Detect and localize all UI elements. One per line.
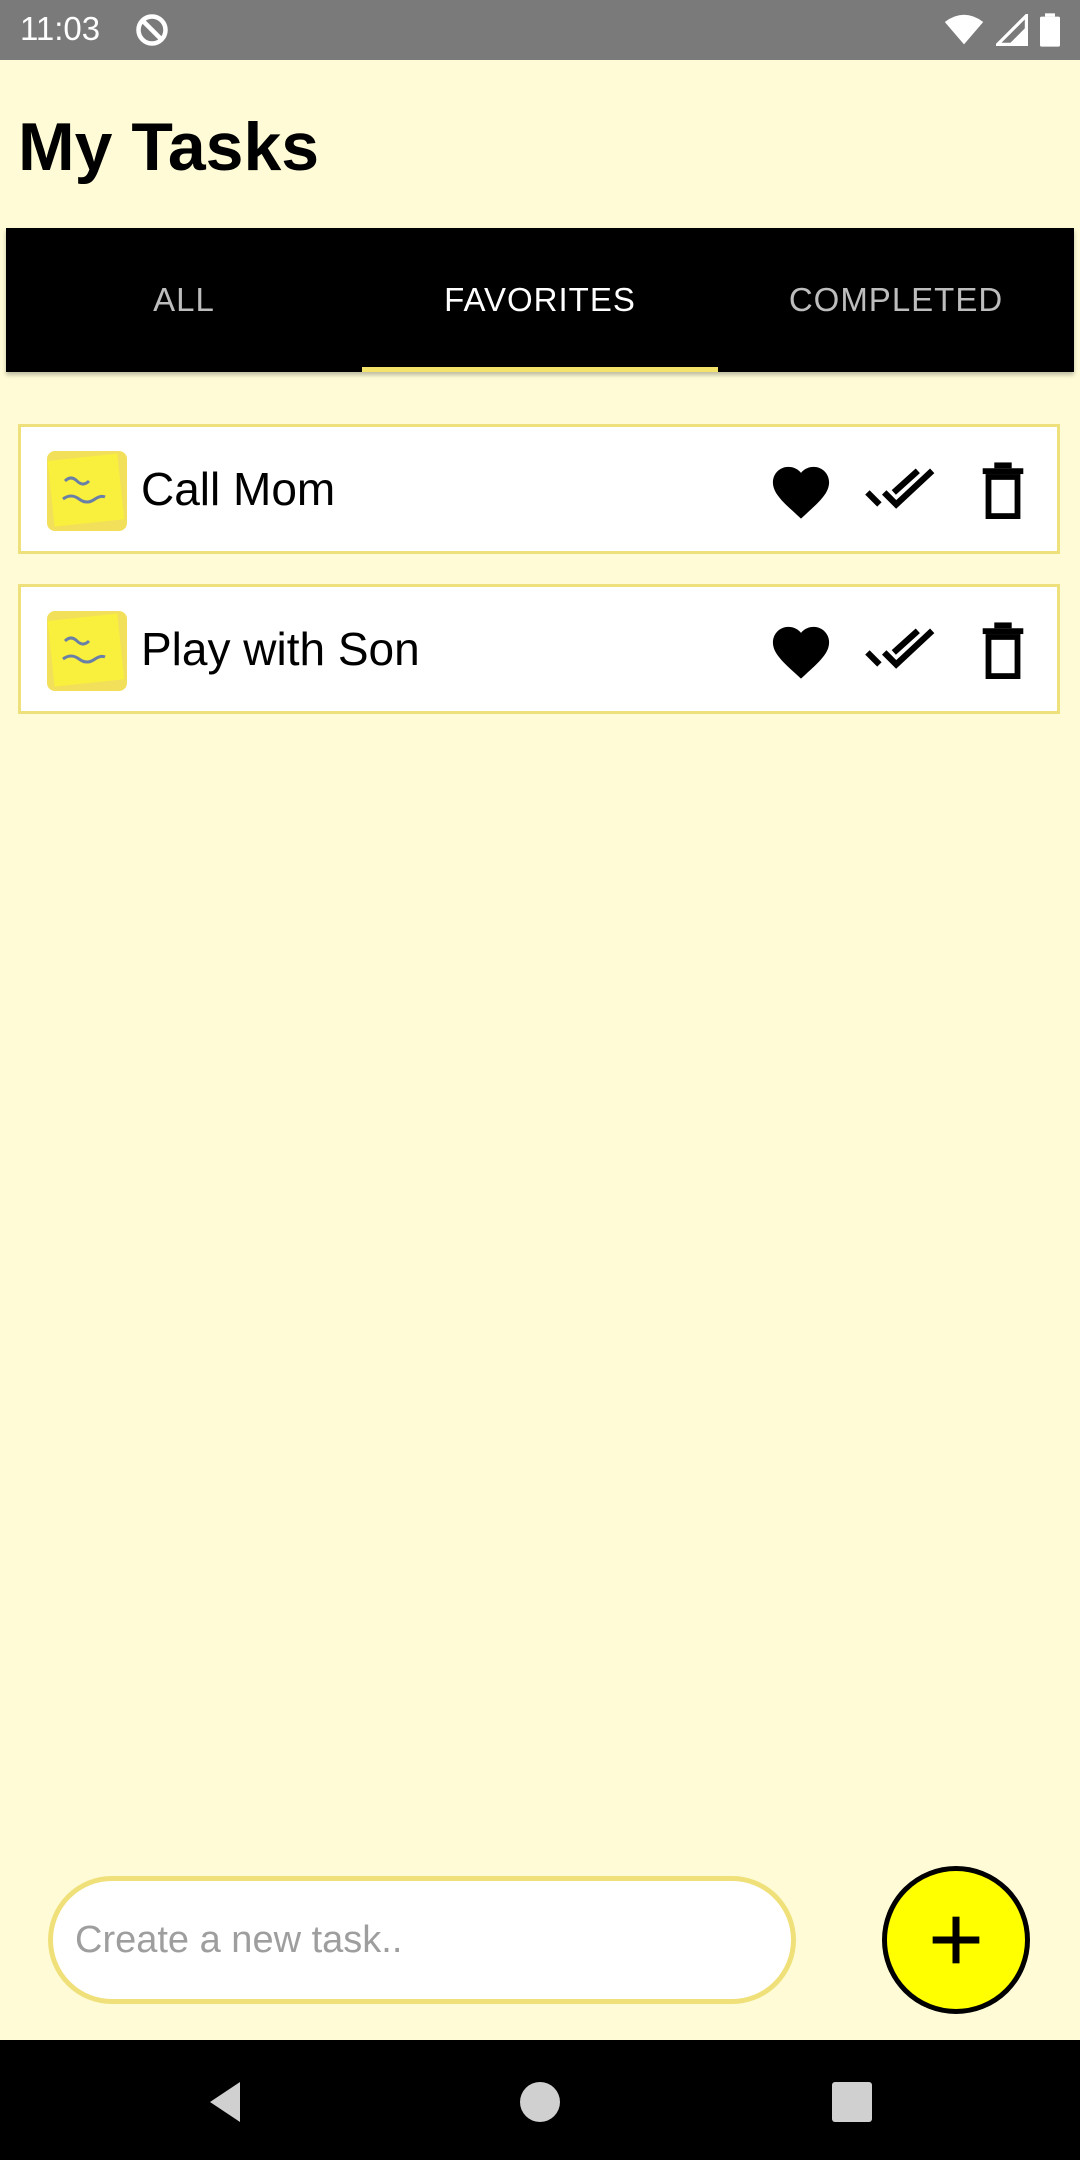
home-icon[interactable]	[516, 2078, 564, 2126]
add-task-button[interactable]	[882, 1866, 1030, 2014]
heart-icon	[772, 626, 830, 679]
tab-all[interactable]: ALL	[6, 228, 362, 372]
favorite-button[interactable]	[765, 457, 837, 523]
mark-complete-button[interactable]	[865, 617, 937, 683]
task-item[interactable]: Play with Son	[18, 584, 1060, 714]
sticky-note-thumbnail	[47, 611, 127, 691]
tab-completed[interactable]: COMPLETED	[718, 228, 1074, 372]
double-check-icon	[865, 468, 935, 509]
tab-favorites[interactable]: FAVORITES	[362, 228, 718, 372]
battery-icon	[1040, 13, 1060, 47]
task-title: Call Mom	[141, 463, 336, 515]
back-icon[interactable]	[202, 2078, 250, 2126]
signal-icon	[996, 14, 1028, 46]
delete-button[interactable]	[967, 617, 1039, 683]
status-icons	[944, 12, 1060, 48]
new-task-input[interactable]	[48, 1876, 796, 2004]
task-item[interactable]: Call Mom	[18, 424, 1060, 554]
task-title: Play with Son	[141, 623, 420, 675]
status-bar: 11:03	[0, 0, 1080, 60]
tab-bar: ALL FAVORITES COMPLETED	[6, 228, 1074, 372]
page-title: My Tasks	[18, 109, 320, 185]
system-nav-bar	[0, 2040, 1080, 2160]
trash-icon	[982, 462, 1024, 519]
trash-icon	[982, 622, 1024, 679]
favorite-button[interactable]	[765, 617, 837, 683]
delete-button[interactable]	[967, 457, 1039, 523]
sync-off-icon	[136, 14, 168, 46]
status-time: 11:03	[20, 10, 101, 47]
sticky-note-thumbnail	[47, 451, 127, 531]
recents-icon[interactable]	[828, 2078, 876, 2126]
double-check-icon	[865, 628, 935, 669]
heart-icon	[772, 466, 830, 519]
mark-complete-button[interactable]	[865, 457, 937, 523]
plus-icon	[932, 1916, 980, 1964]
wifi-icon	[944, 14, 984, 45]
